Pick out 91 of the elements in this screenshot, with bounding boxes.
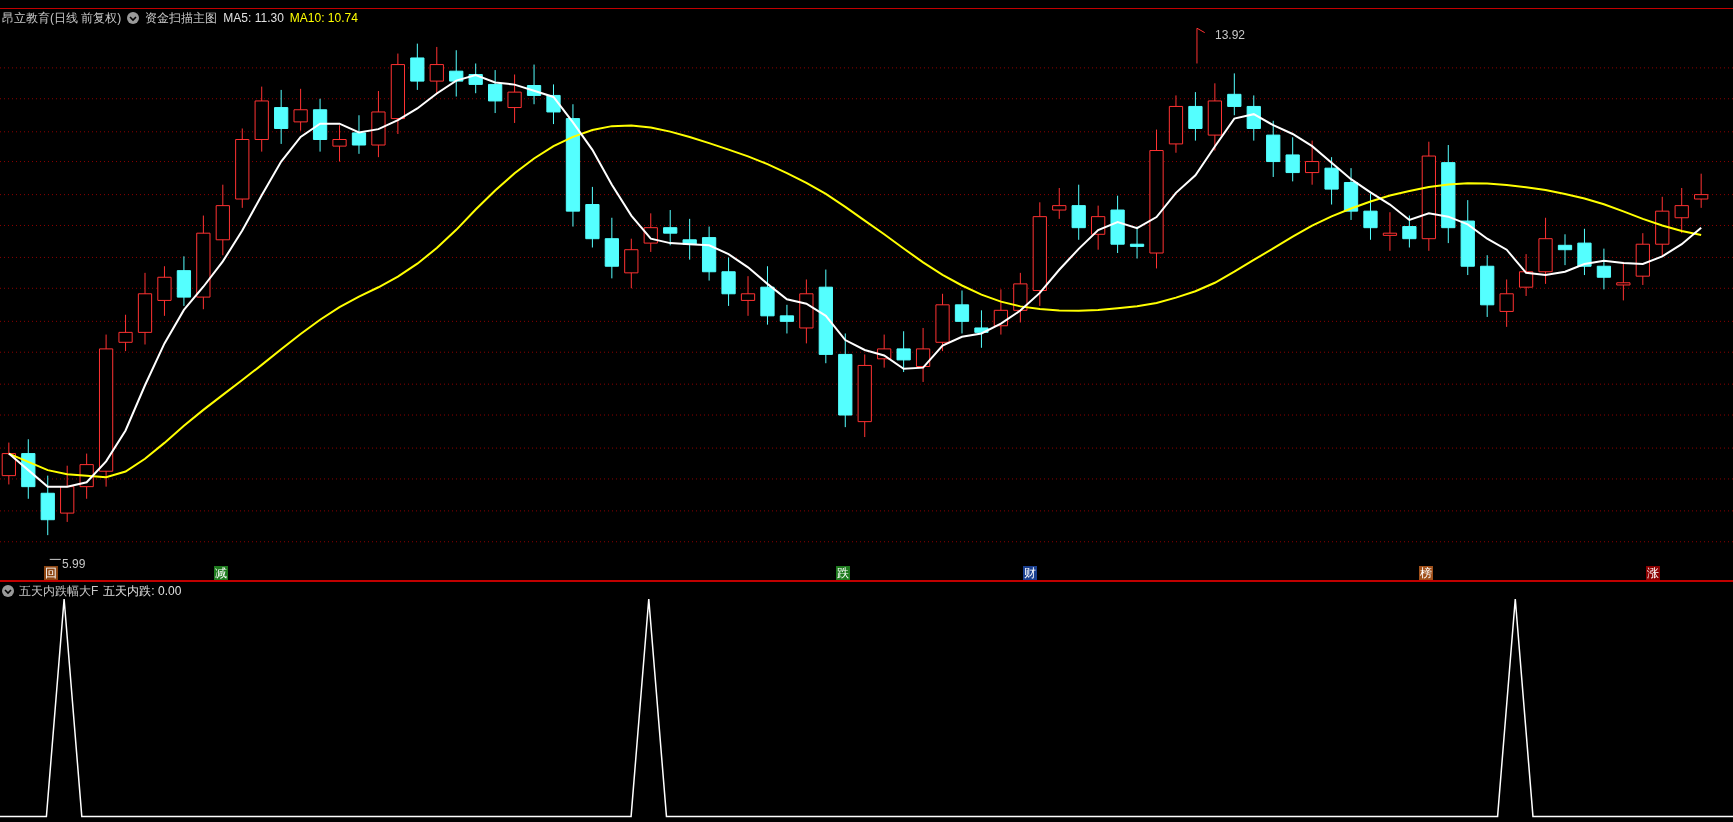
- candlestick: [896, 330, 911, 373]
- candlestick: [507, 74, 522, 124]
- candlestick: [643, 212, 658, 253]
- chevron-down-icon[interactable]: [127, 11, 140, 24]
- candlestick: [312, 98, 328, 153]
- candlestick: [1635, 232, 1650, 286]
- candlestick: [546, 83, 561, 125]
- indicator-name: 五天内跌幅大F: [19, 582, 99, 600]
- candlestick: [1071, 184, 1086, 241]
- high-marker-line: [1196, 27, 1206, 64]
- chevron-down-icon[interactable]: [2, 584, 14, 597]
- candlestick: [1694, 173, 1709, 209]
- candlestick: [1577, 228, 1592, 276]
- candlestick: [721, 256, 736, 307]
- candlestick: [877, 334, 892, 369]
- candlestick: [1188, 91, 1203, 142]
- candlestick: [585, 186, 600, 248]
- candlestick: [1655, 196, 1670, 257]
- candlestick: [702, 226, 717, 282]
- candlestick: [1110, 195, 1125, 254]
- candlestick: [1363, 193, 1378, 241]
- candlestick: [624, 238, 639, 289]
- candlestick: [1052, 187, 1067, 220]
- candlestick: [779, 304, 795, 334]
- candlestick: [293, 88, 308, 132]
- candlestick: [760, 265, 775, 326]
- signal-marker: 减: [214, 566, 229, 580]
- candlestick: [157, 265, 172, 317]
- candlestick: [993, 288, 1009, 336]
- signal-marker: 跌: [836, 566, 851, 580]
- signal-marker: 回: [44, 566, 59, 580]
- candlestick: [1674, 187, 1689, 234]
- candlestick: [40, 475, 55, 536]
- ma10-reading: MA10: 10.74: [289, 9, 358, 27]
- candlestick: [740, 275, 756, 317]
- candlestick: [1129, 226, 1145, 260]
- candlestick: [1227, 72, 1242, 116]
- ma5-reading: MA5: 11.30: [223, 9, 284, 27]
- candlestick: [449, 49, 464, 98]
- candlestick: [682, 218, 697, 261]
- high-price-label: 13.92: [1215, 27, 1246, 44]
- candlestick: [351, 114, 367, 155]
- candlestick: [1538, 217, 1553, 285]
- candlestick: [954, 290, 970, 334]
- candlestick: [526, 64, 542, 105]
- candlestick: [429, 46, 444, 94]
- candlestick: [1266, 120, 1281, 178]
- candlestick: [974, 309, 989, 349]
- candlestick: [468, 62, 483, 94]
- candlestick: [118, 314, 133, 352]
- candlestick: [60, 465, 75, 523]
- candlestick: [604, 217, 619, 279]
- candlestick: [410, 43, 425, 91]
- signal-marker: 榜: [1418, 566, 1433, 580]
- indicator-name: 资金扫描主图: [145, 9, 218, 27]
- candlestick: [1343, 167, 1359, 221]
- candlestick: [1616, 261, 1631, 301]
- candlestick: [915, 327, 931, 383]
- candlestick: [1207, 82, 1222, 152]
- candlestick: [799, 278, 814, 344]
- candlestick: [1499, 278, 1514, 328]
- candlestick: [935, 293, 950, 352]
- candlestick: [1168, 94, 1184, 154]
- candlestick: [254, 86, 269, 153]
- candlestick: [215, 184, 230, 256]
- candlestick: [1518, 253, 1534, 297]
- signal-marker: 涨: [1646, 566, 1661, 580]
- candlestick: [1402, 215, 1417, 248]
- candlestick: [332, 124, 347, 163]
- candlestick: [1305, 140, 1320, 186]
- candlestick: [274, 89, 289, 145]
- candlestick: [79, 453, 94, 500]
- candlestick: [371, 90, 386, 158]
- candlestick: [176, 255, 192, 307]
- candlestick: [1480, 254, 1495, 318]
- candlestick: [1013, 272, 1028, 323]
- candlestick: [1246, 94, 1261, 142]
- candlestick: [1324, 156, 1339, 206]
- candlestick: [1091, 205, 1106, 251]
- low-price-label: 5.99: [62, 556, 86, 573]
- indicator-reading: 五天内跌: 0.00: [103, 582, 182, 600]
- candlestick: [663, 209, 678, 246]
- candlestick: [1557, 233, 1573, 266]
- candlestick: [1382, 211, 1398, 252]
- candlestick: [1596, 248, 1612, 290]
- low-marker-line: [49, 558, 62, 560]
- signal-marker: 财: [1023, 566, 1038, 580]
- stock-title: 昂立教育(日线 前复权): [2, 9, 122, 27]
- candlestick: [1285, 136, 1300, 182]
- candlestick: [21, 438, 36, 500]
- candlestick: [488, 69, 503, 114]
